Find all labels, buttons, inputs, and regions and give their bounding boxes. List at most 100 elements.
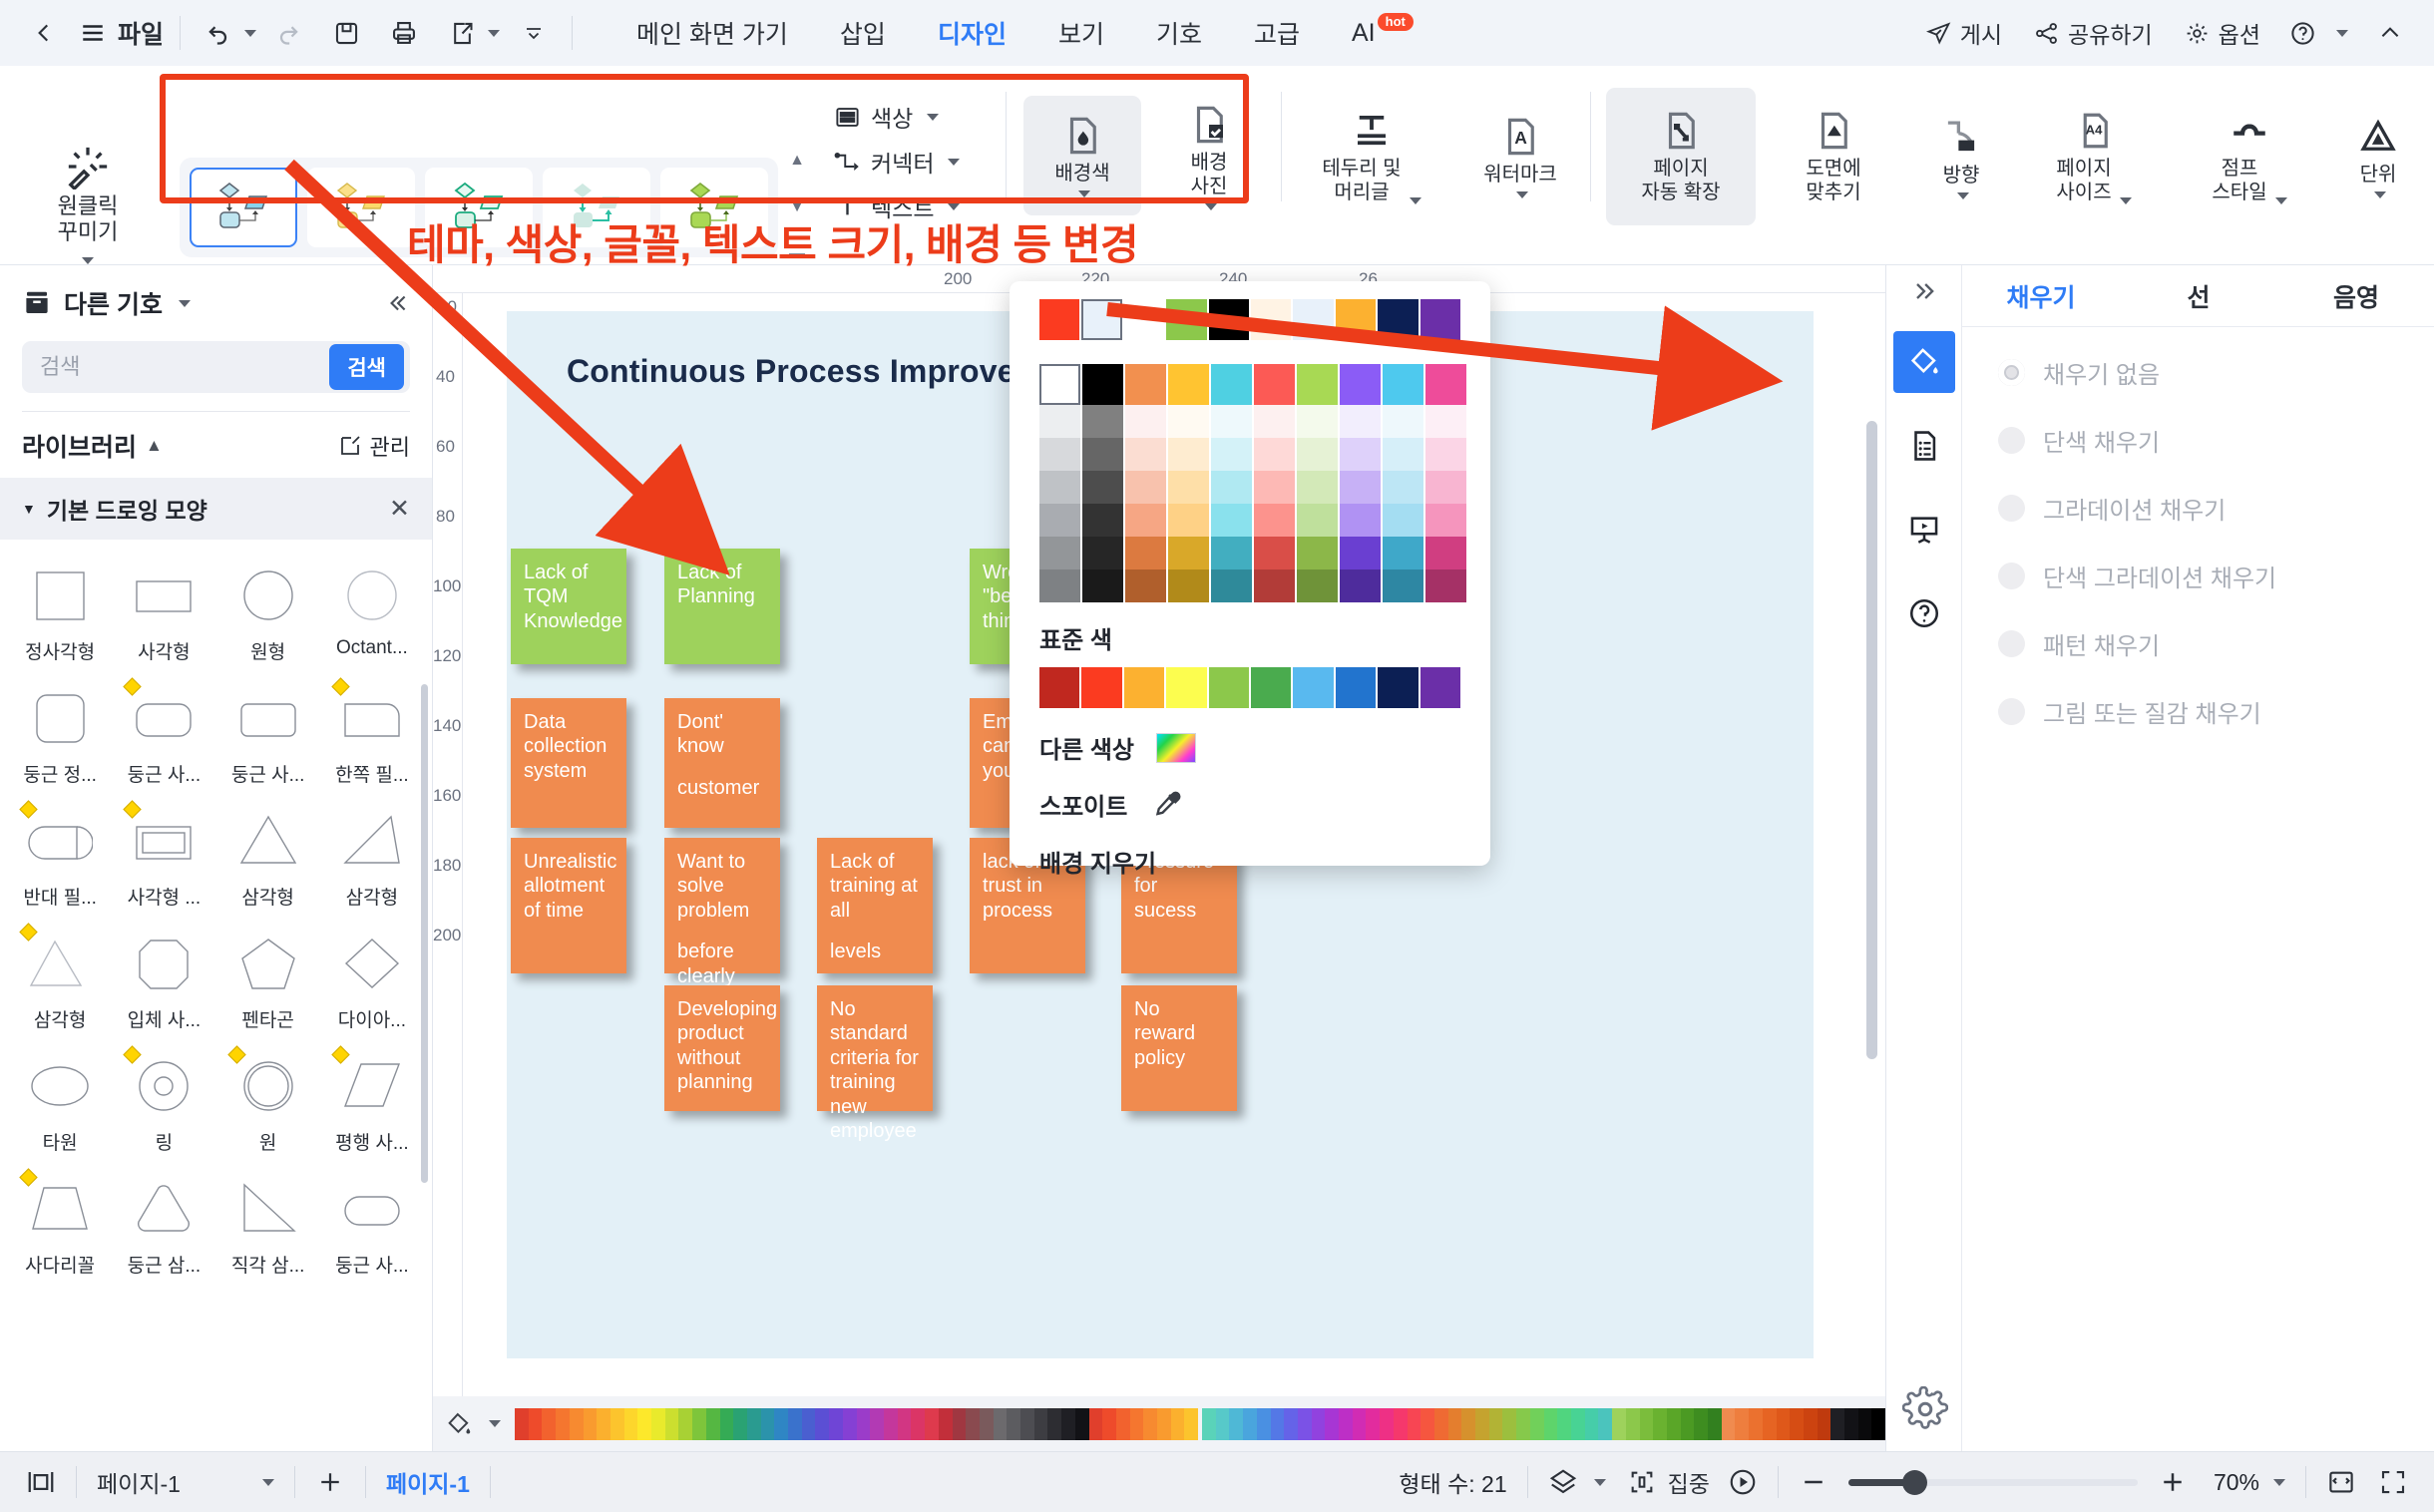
shape-item[interactable]: 다이아...	[320, 924, 424, 1046]
border-header-dropdown-icon[interactable]	[1409, 196, 1421, 204]
page-auto-expand-button[interactable]: 페이지 자동 확장	[1606, 88, 1756, 225]
theme-color-swatch[interactable]	[1168, 537, 1209, 569]
presentation-icon[interactable]	[1893, 499, 1955, 561]
palette-color-swatch[interactable]	[966, 1407, 980, 1440]
theme-color-swatch[interactable]	[1211, 364, 1252, 405]
theme-color-swatch[interactable]	[1125, 438, 1166, 471]
layers-button[interactable]	[1548, 1467, 1606, 1497]
palette-color-swatch[interactable]	[1020, 1407, 1034, 1440]
theme-color-swatch[interactable]	[1425, 537, 1466, 569]
tab-fill[interactable]: 채우기	[1962, 278, 2120, 314]
undo-dropdown-icon[interactable]	[244, 29, 257, 37]
theme-color-swatch[interactable]	[1211, 537, 1252, 569]
palette-color-swatch[interactable]	[1184, 1407, 1199, 1440]
theme-color-swatch[interactable]	[1340, 471, 1381, 504]
export-icon[interactable]	[440, 11, 484, 55]
theme-color-swatch[interactable]	[1297, 438, 1338, 471]
palette-color-swatch[interactable]	[1612, 1407, 1626, 1440]
shape-item[interactable]: 한쪽 필...	[320, 677, 424, 801]
fill-option-solid-gradient[interactable]: 단색 그라데이션 채우기	[1998, 559, 2434, 593]
palette-color-swatch[interactable]	[1461, 1407, 1476, 1440]
theme-color-swatch[interactable]	[1211, 471, 1252, 504]
shape-item[interactable]: 둥근 사...	[112, 677, 215, 801]
theme-color-swatch[interactable]	[1168, 471, 1209, 504]
shape-item[interactable]: 둥근 사...	[216, 678, 320, 801]
search-button[interactable]: 검색	[329, 344, 404, 390]
palette-color-swatch[interactable]	[829, 1407, 843, 1440]
theme-color-swatch[interactable]	[1039, 364, 1080, 405]
standard-color-swatch[interactable]	[1208, 667, 1250, 708]
search-input[interactable]	[40, 354, 330, 380]
palette-color-swatch[interactable]	[1143, 1407, 1158, 1440]
theme-color-swatch[interactable]	[1211, 405, 1252, 438]
palette-color-swatch[interactable]	[1061, 1407, 1075, 1440]
palette-color-swatch[interactable]	[1708, 1407, 1722, 1440]
recent-color-swatch[interactable]	[1420, 299, 1461, 340]
redo-icon[interactable]	[266, 11, 310, 55]
palette-color-swatch[interactable]	[719, 1407, 734, 1440]
theme-color-swatch[interactable]	[1297, 569, 1338, 602]
theme-color-swatch[interactable]	[1125, 504, 1166, 537]
theme-color-swatch[interactable]	[1340, 504, 1381, 537]
watermark-button[interactable]: A 워터마크	[1456, 92, 1584, 221]
page-selector-chevron-icon[interactable]	[261, 1478, 274, 1486]
tab-line[interactable]: 선	[2120, 278, 2277, 314]
palette-color-swatch[interactable]	[911, 1407, 926, 1440]
recent-color-swatch[interactable]	[1378, 299, 1419, 340]
theme-color-swatch[interactable]	[1383, 471, 1423, 504]
shape-item[interactable]: 입체 사...	[112, 924, 215, 1046]
palette-color-swatch[interactable]	[1352, 1407, 1367, 1440]
colors-dropdown-icon[interactable]	[927, 113, 940, 121]
palette-color-swatch[interactable]	[993, 1407, 1008, 1440]
palette-color-swatch[interactable]	[1297, 1407, 1312, 1440]
fill-option-pattern[interactable]: 패턴 채우기	[1998, 626, 2434, 661]
help-circle-icon[interactable]	[1893, 582, 1955, 644]
tab-insert[interactable]: 삽입	[814, 9, 912, 57]
palette-dropdown-icon[interactable]	[489, 1420, 501, 1427]
theme-color-swatch[interactable]	[1254, 364, 1295, 405]
theme-color-swatch[interactable]	[1211, 504, 1252, 537]
palette-color-swatch[interactable]	[1074, 1407, 1089, 1440]
palette-color-swatch[interactable]	[1570, 1407, 1585, 1440]
document-properties-icon[interactable]	[1893, 415, 1955, 477]
tab-design[interactable]: 디자인	[912, 9, 1032, 57]
standard-color-swatch[interactable]	[1039, 667, 1080, 708]
theme-color-swatch[interactable]	[1039, 504, 1080, 537]
recent-color-swatch[interactable]	[1166, 299, 1207, 340]
theme-color-swatch[interactable]	[1039, 569, 1080, 602]
shape-item[interactable]: 펜타곤	[216, 924, 320, 1046]
background-image-dropdown-icon[interactable]	[1205, 202, 1217, 210]
orientation-button[interactable]: 방향	[1907, 96, 2015, 219]
palette-color-swatch[interactable]	[623, 1407, 638, 1440]
clear-background-option[interactable]: 배경 지우기	[1010, 844, 1490, 879]
theme-color-swatch[interactable]	[1125, 364, 1166, 405]
palette-color-swatch[interactable]	[925, 1407, 939, 1440]
palette-color-swatch[interactable]	[842, 1407, 857, 1440]
theme-color-swatch[interactable]	[1254, 405, 1295, 438]
background-color-button[interactable]: 배경색	[1023, 96, 1141, 215]
palette-color-swatch[interactable]	[664, 1407, 679, 1440]
zoom-slider[interactable]	[1847, 1469, 2138, 1495]
close-icon[interactable]: ✕	[389, 494, 410, 524]
background-color-dropdown-icon[interactable]	[1078, 189, 1090, 197]
palette-color-swatch[interactable]	[1380, 1407, 1394, 1440]
zoom-out-button[interactable]	[1799, 1467, 1828, 1497]
theme-color-swatch[interactable]	[1297, 537, 1338, 569]
fill-option-gradient[interactable]: 그라데이션 채우기	[1998, 491, 2434, 526]
theme-color-swatch[interactable]	[1340, 537, 1381, 569]
tab-view[interactable]: 보기	[1032, 9, 1130, 57]
palette-color-swatch[interactable]	[1102, 1407, 1116, 1440]
sticky-note[interactable]: Want to solve problembefore clearly defi…	[664, 838, 780, 1011]
page-selector[interactable]: 페이지-1	[97, 1465, 274, 1499]
theme-color-swatch[interactable]	[1082, 569, 1123, 602]
jump-style-dropdown-icon[interactable]	[2274, 196, 2287, 204]
sticky-note[interactable]: No standard criteria for training new em…	[817, 985, 933, 1142]
palette-color-swatch[interactable]	[1584, 1407, 1599, 1440]
theme-color-swatch[interactable]	[1383, 537, 1423, 569]
theme-color-swatch[interactable]	[1383, 504, 1423, 537]
one-click-beautify-button[interactable]: 원클릭 꾸미기	[18, 144, 158, 270]
theme-color-swatch[interactable]	[1211, 438, 1252, 471]
theme-color-swatch[interactable]	[1340, 405, 1381, 438]
theme-color-swatch[interactable]	[1168, 504, 1209, 537]
palette-color-swatch[interactable]	[815, 1407, 830, 1440]
